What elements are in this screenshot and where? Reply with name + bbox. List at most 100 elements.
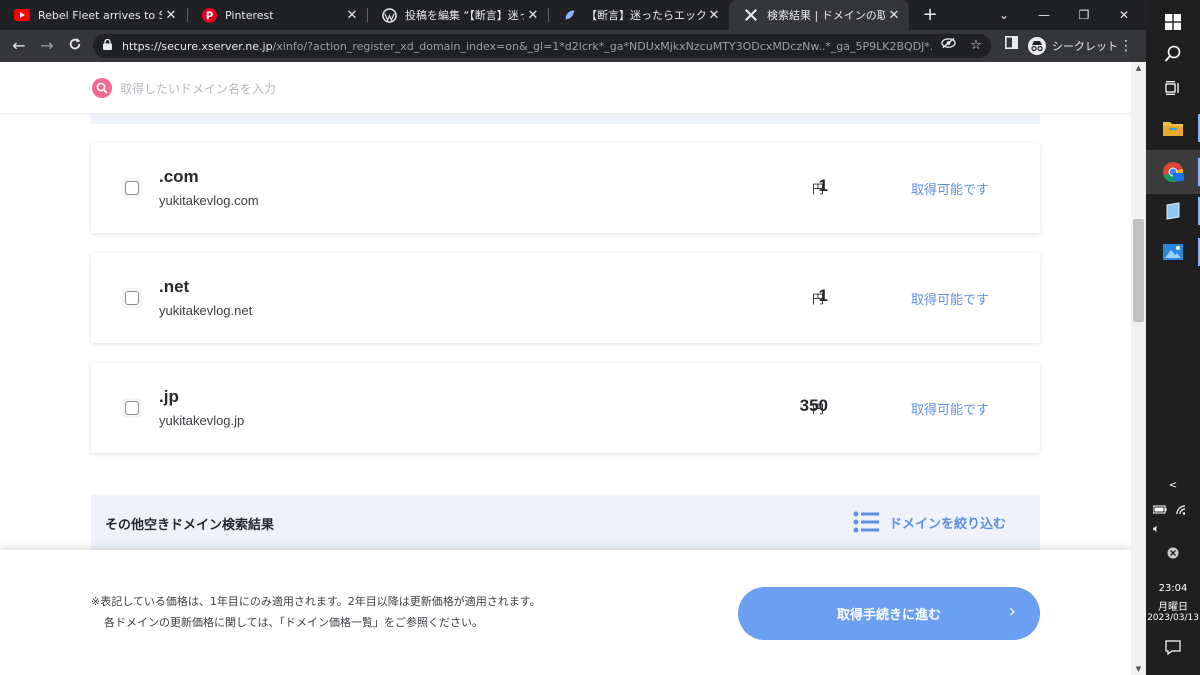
url-text: https://secure.xserver.ne.jp/xinfo/?acti… bbox=[122, 40, 932, 53]
price-currency: 円 bbox=[812, 292, 825, 306]
page-scrollbar[interactable]: ▲ ▼ bbox=[1131, 62, 1146, 675]
tab-search-results[interactable]: 検索結果 | ドメインの取得も ✕ bbox=[729, 0, 909, 30]
tab-search-icon[interactable]: ⌄ bbox=[984, 0, 1024, 30]
taskbar-app-photos[interactable] bbox=[1146, 230, 1200, 274]
other-results-header: その他空きドメイン検索結果 ドメインを絞り込む bbox=[91, 495, 1040, 551]
restore-button[interactable]: ❐ bbox=[1064, 0, 1104, 30]
battery-icon[interactable] bbox=[1152, 505, 1167, 514]
close-tab-icon[interactable]: ✕ bbox=[705, 8, 723, 23]
price-note-line-2: 各ドメインの更新価格に関しては、「ドメイン価格一覧」をご参照ください。 bbox=[104, 616, 483, 629]
list-filter-icon bbox=[853, 511, 879, 533]
scroll-up-arrow-icon[interactable]: ▲ bbox=[1131, 64, 1146, 72]
url-host: https://secure.xserver.ne.jp bbox=[122, 39, 273, 53]
clock-time[interactable]: 23:04 bbox=[1146, 583, 1200, 594]
lock-icon bbox=[103, 38, 112, 53]
domain-result-card[interactable]: .net yukitakevlog.net 1 円 取得可能です bbox=[91, 253, 1040, 343]
notebook-icon bbox=[1166, 202, 1180, 220]
taskbar-app-notepad[interactable] bbox=[1146, 189, 1200, 233]
close-window-button[interactable]: ✕ bbox=[1104, 0, 1144, 30]
close-tab-icon[interactable]: ✕ bbox=[162, 8, 180, 23]
proceed-button[interactable]: 取得手続きに進む › bbox=[738, 587, 1040, 640]
tab-pinterest[interactable]: P Pinterest ✕ bbox=[187, 0, 367, 30]
domain-tld: .jp bbox=[159, 387, 179, 406]
xserver-icon bbox=[743, 7, 759, 23]
bookmark-star-icon[interactable]: ☆ bbox=[965, 34, 987, 58]
domain-checkbox[interactable] bbox=[122, 288, 142, 308]
task-view-icon bbox=[1165, 81, 1179, 95]
taskbar-chrome[interactable] bbox=[1146, 150, 1200, 194]
proceed-label: 取得手続きに進む bbox=[836, 608, 941, 623]
tab-title: Pinterest bbox=[225, 8, 274, 22]
reload-button[interactable] bbox=[63, 34, 87, 58]
folder-icon bbox=[1163, 122, 1183, 136]
incognito-icon bbox=[1028, 37, 1046, 55]
tray-battery-network bbox=[1146, 502, 1200, 519]
scroll-down-arrow-icon[interactable]: ▼ bbox=[1131, 665, 1146, 673]
domain-search-input[interactable]: 取得したいドメイン名を入力 bbox=[120, 80, 276, 97]
youtube-icon bbox=[14, 7, 30, 23]
tab-edit-post[interactable]: 投稿を編集 “【断言】迷ったら ✕ bbox=[367, 0, 548, 30]
browser-toolbar: ← → https://secure.xserver.ne.jp/xinfo/?… bbox=[0, 30, 1146, 62]
close-tab-icon[interactable]: ✕ bbox=[885, 8, 903, 23]
focus-assist-icon[interactable] bbox=[1146, 547, 1200, 562]
domain-name: yukitakevlog.jp bbox=[159, 413, 245, 428]
results-header-band bbox=[91, 114, 1040, 124]
task-view-button[interactable] bbox=[1146, 66, 1200, 110]
tab-blog-article[interactable]: 【断言】迷ったらエックスサーバー ✕ bbox=[548, 0, 729, 30]
close-tab-icon[interactable]: ✕ bbox=[343, 8, 361, 23]
sticky-footer: ※表記している価格は、1年目にのみ適用されます。2年目以降は更新価格が適用されま… bbox=[0, 550, 1131, 675]
taskbar-file-explorer[interactable] bbox=[1146, 106, 1200, 150]
search-icon[interactable] bbox=[92, 78, 112, 98]
address-bar[interactable]: https://secure.xserver.ne.jp/xinfo/?acti… bbox=[93, 34, 991, 58]
clock-date[interactable]: 2023/03/13 bbox=[1146, 613, 1200, 623]
domain-tld: .com bbox=[159, 167, 199, 186]
show-hidden-icons-chevron-icon[interactable]: < bbox=[1146, 480, 1200, 491]
chrome-icon bbox=[1163, 162, 1184, 183]
back-button[interactable]: ← bbox=[7, 34, 31, 58]
pinterest-icon: P bbox=[201, 7, 217, 23]
clock-weekday[interactable]: 月曜日 bbox=[1146, 598, 1200, 613]
forward-button[interactable]: → bbox=[35, 34, 59, 58]
availability-status: 取得可能です bbox=[911, 403, 990, 418]
svg-text:P: P bbox=[205, 10, 213, 22]
wifi-icon[interactable] bbox=[1176, 505, 1186, 515]
volume-icon[interactable]: 🔈︎ bbox=[1146, 522, 1200, 536]
url-path: /xinfo/?action_register_xd_domain_index=… bbox=[272, 39, 932, 53]
minimize-button[interactable]: — bbox=[1024, 0, 1064, 30]
availability-status: 取得可能です bbox=[911, 293, 990, 308]
action-center-icon[interactable] bbox=[1146, 640, 1200, 658]
chevron-right-icon: › bbox=[1008, 601, 1016, 622]
scrollbar-thumb[interactable] bbox=[1133, 219, 1144, 322]
tracking-blocked-icon[interactable] bbox=[937, 34, 959, 58]
filter-label: ドメインを絞り込む bbox=[889, 516, 1007, 532]
domain-search-bar: 取得したいドメイン名を入力 bbox=[0, 62, 1131, 114]
tab-title: 投稿を編集 “【断言】迷ったら bbox=[405, 9, 524, 22]
side-panel-icon[interactable] bbox=[1000, 34, 1022, 58]
domain-tld: .net bbox=[159, 277, 190, 296]
photos-icon bbox=[1163, 244, 1183, 260]
search-icon bbox=[1164, 45, 1181, 62]
tab-title: 検索結果 | ドメインの取得も bbox=[767, 9, 885, 22]
site-icon bbox=[562, 7, 578, 23]
tab-youtube[interactable]: Rebel Fleet arrives to Scarif ✕ bbox=[0, 0, 186, 30]
availability-status: 取得可能です bbox=[911, 183, 990, 198]
domain-checkbox[interactable] bbox=[122, 178, 142, 198]
incognito-indicator[interactable]: シークレット bbox=[1028, 35, 1118, 57]
filter-domains-button[interactable]: ドメインを絞り込む bbox=[853, 509, 1006, 535]
domain-result-card[interactable]: .com yukitakevlog.com 1 円 取得可能です bbox=[91, 143, 1040, 233]
tab-title: 【断言】迷ったらエックスサーバー bbox=[586, 9, 705, 22]
domain-name: yukitakevlog.com bbox=[159, 193, 259, 208]
price-currency: 円 bbox=[812, 402, 825, 416]
reload-icon bbox=[69, 37, 81, 50]
windows-logo-icon bbox=[1165, 14, 1181, 30]
browser-menu-icon[interactable]: ⋮ bbox=[1118, 34, 1134, 58]
domain-result-card[interactable]: .jp yukitakevlog.jp 350 円 取得可能です bbox=[91, 363, 1040, 453]
domain-checkbox[interactable] bbox=[122, 398, 142, 418]
price-currency: 円 bbox=[812, 182, 825, 196]
new-tab-button[interactable]: + bbox=[919, 3, 941, 27]
wordpress-icon bbox=[381, 7, 397, 23]
screen: Rebel Fleet arrives to Scarif ✕ P Pinter… bbox=[0, 0, 1200, 675]
incognito-label: シークレット bbox=[1052, 40, 1118, 53]
tab-title: Rebel Fleet arrives to Scarif bbox=[38, 8, 162, 22]
close-tab-icon[interactable]: ✕ bbox=[524, 8, 542, 23]
